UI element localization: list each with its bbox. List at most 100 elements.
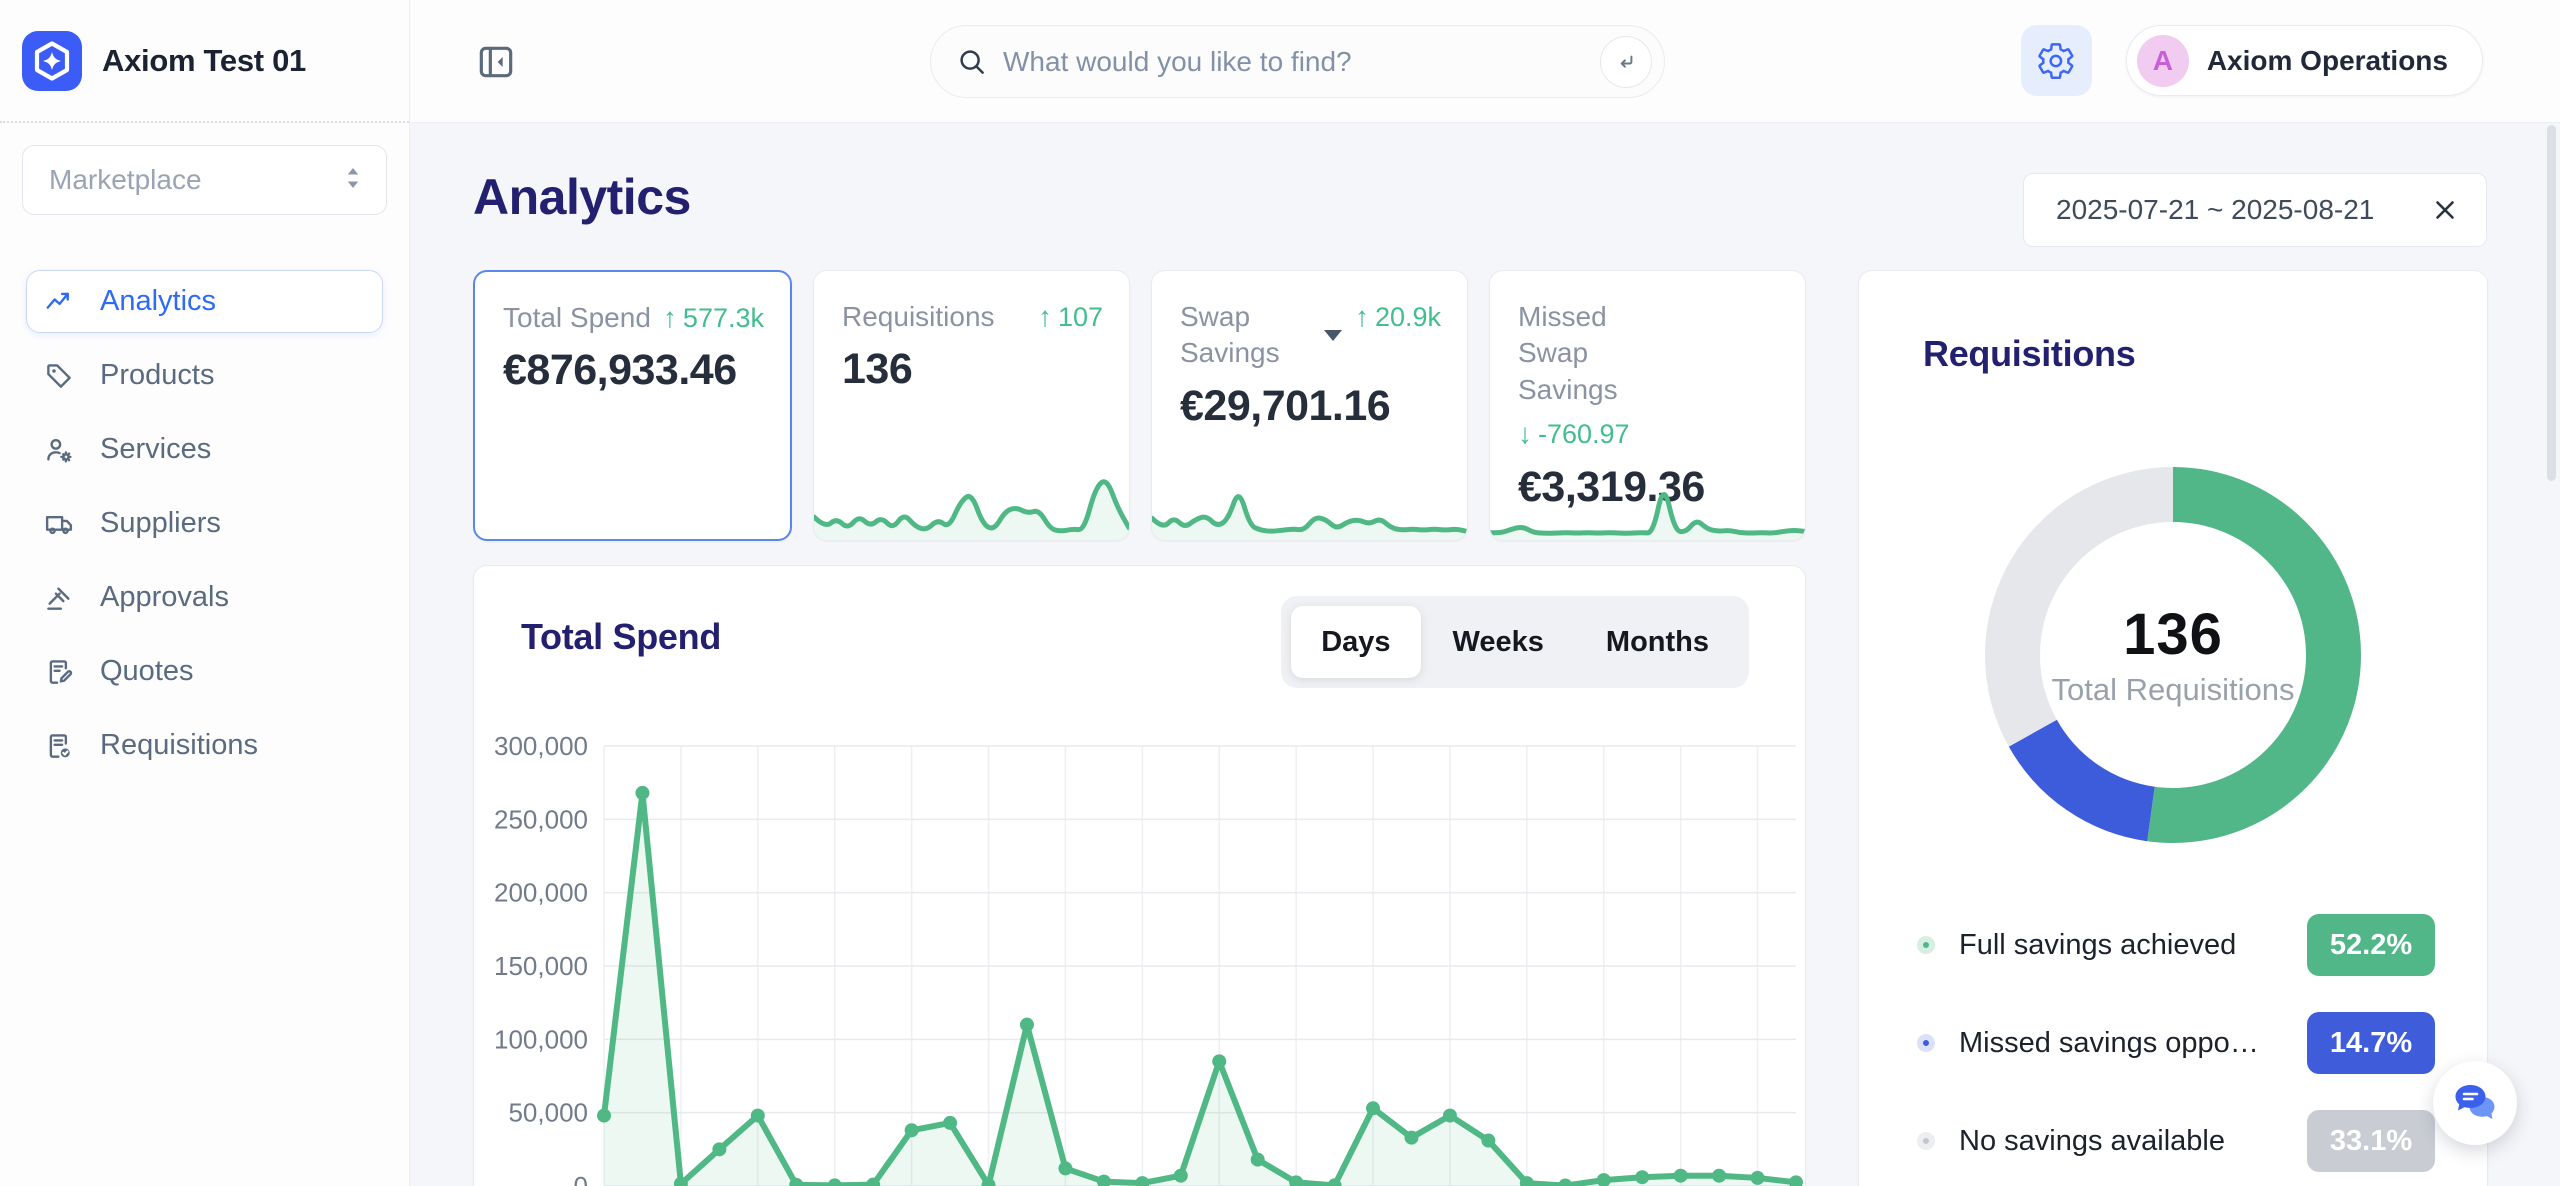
truck-icon [44,509,74,539]
legend-percentage-badge: 52.2% [2307,914,2435,976]
sidebar-item-label: Quotes [100,655,194,687]
user-gear-icon [44,435,74,465]
legend-item-no-savings-available: No savings available 33.1% [1917,1109,2435,1173]
kpi-value: €876,933.46 [503,346,737,395]
kpi-card-requisitions[interactable]: Requisitions ↑ 107 136 [813,270,1130,541]
global-search [930,25,1665,98]
workspace-select-value: Marketplace [49,164,202,195]
chat-bubbles-icon [2455,1085,2495,1119]
legend-label: Full savings achieved [1959,928,2237,961]
document-pen-icon [44,657,74,687]
kpi-card-swap-savings[interactable]: Swap Savings ↑ 20.9k €29,701.16 [1151,270,1468,541]
enter-key-icon [1620,55,1633,68]
kpi-title: Total Spend [503,302,651,333]
kpi-trend: ↓ -760.97 [1518,416,1630,452]
tag-icon [44,361,74,391]
legend-dot-icon [1917,1132,1935,1150]
sidebar-item-quotes[interactable]: Quotes [26,640,383,703]
page-title: Analytics [473,169,691,225]
kpi-trend: ↑ 577.3k [663,300,764,336]
legend-percentage-badge: 14.7% [2307,1012,2435,1074]
legend-item-missed-savings-oppo: Missed savings oppo… 14.7% [1917,1011,2435,1075]
kpi-trend: ↑ 107 [1038,299,1103,335]
sidebar-item-label: Services [100,433,212,465]
svg-text:50,000: 50,000 [508,1098,588,1128]
clear-date-range-button[interactable] [2430,195,2460,225]
date-range-value: 2025-07-21 ~ 2025-08-21 [2056,194,2375,225]
svg-text:250,000: 250,000 [494,804,588,834]
requisitions-donut-chart [1985,467,2361,843]
sparkline-chart [1152,494,1467,540]
panel-collapse-icon [479,46,513,78]
kpi-value: €29,701.16 [1180,381,1391,430]
trend-up-icon: ↑ [662,302,677,333]
select-chevrons-icon [342,164,364,197]
sidebar: Axiom Test 01 Marketplace Analytics Produ… [0,0,410,1186]
svg-text:0: 0 [574,1171,588,1186]
total-spend-card: Total Spend Days Weeks Months 300,000 250,0… [473,565,1806,1186]
search-input[interactable] [1003,45,1584,78]
kpi-title: Missed Swap Savings [1518,301,1618,405]
requisitions-card: Requisitions 136 Total Requisitions Full… [1858,270,2488,1186]
date-range-filter[interactable]: 2025-07-21 ~ 2025-08-21 [2023,173,2487,247]
svg-text:150,000: 150,000 [494,951,588,981]
trend-down-icon: ↓ [1518,418,1532,450]
sidebar-item-services[interactable]: Services [26,418,383,481]
app-root: Axiom Test 01 Marketplace Analytics Produ… [0,0,2560,1186]
gavel-icon [44,583,74,613]
legend-label: No savings available [1959,1124,2225,1157]
user-name: Axiom Operations [2206,44,2448,76]
kpi-card-missed-swap-savings[interactable]: Missed Swap Savings ↓ -760.97 €3,319.36 [1489,270,1806,541]
org-name: Axiom Test 01 [102,42,306,78]
svg-text:200,000: 200,000 [494,878,588,908]
trend-up-icon: ↑ [1354,301,1369,332]
settings-button[interactable] [2020,25,2092,96]
org-home-link[interactable]: Axiom Test 01 [0,0,409,123]
sparkline-chart [814,479,1129,540]
search-icon [957,47,987,77]
sidebar-item-label: Approvals [100,581,229,613]
total-spend-chart: 300,000 250,000 200,000 150,000 100,000 50,00… [494,731,1803,1186]
workspace-select[interactable]: Marketplace [22,145,387,215]
sidebar-item-approvals[interactable]: Approvals [26,566,383,629]
kpi-trend: ↑ 20.9k [1355,299,1441,335]
chevron-down-icon[interactable] [1323,329,1342,341]
user-menu-button[interactable]: A Axiom Operations [2125,25,2483,96]
kpi-title: Swap Savings [1180,299,1342,372]
legend-percentage-badge: 33.1% [2307,1110,2435,1172]
chat-support-button[interactable] [2433,1061,2517,1145]
svg-text:100,000: 100,000 [494,1024,588,1054]
kpi-title: Requisitions [842,301,995,332]
sidebar-item-suppliers[interactable]: Suppliers [26,492,383,555]
kpi-card-total-spend[interactable]: Total Spend ↑ 577.3k €876,933.46 [473,270,792,541]
trending-up-icon [44,287,74,317]
collapse-sidebar-button[interactable] [476,42,516,82]
sidebar-item-products[interactable]: Products [26,344,383,407]
sidebar-item-analytics[interactable]: Analytics [26,270,383,333]
document-check-icon [44,731,74,761]
sparkline-chart [1490,492,1805,540]
legend-dot-icon [1917,1034,1935,1052]
topbar: A Axiom Operations [410,0,2560,123]
trend-up-icon: ↑ [1037,301,1052,332]
donut-legend: Full savings achieved 52.2% Missed savings… [1917,913,2435,1186]
sidebar-item-label: Products [100,359,215,391]
sidebar-item-label: Requisitions [100,729,258,761]
gear-icon [2038,42,2074,79]
sidebar-item-label: Suppliers [100,507,221,539]
sidebar-item-label: Analytics [100,285,217,317]
page-scrollbar-thumb[interactable] [2547,125,2556,481]
kpi-card-row: Total Spend ↑ 577.3k €876,933.46 Requisition… [473,270,1806,541]
svg-text:300,000: 300,000 [494,731,588,761]
avatar: A [2136,34,2189,87]
legend-dot-icon [1917,936,1935,954]
org-logo-icon [22,30,82,91]
kpi-value: 136 [842,345,913,394]
sidebar-nav: Analytics Products Services Suppliers Approv… [0,270,409,777]
close-icon [2436,201,2454,219]
search-submit-button[interactable] [1600,35,1652,88]
legend-label: Missed savings oppo… [1959,1026,2259,1059]
sidebar-item-requisitions[interactable]: Requisitions [26,714,383,777]
legend-item-full-savings-achieved: Full savings achieved 52.2% [1917,913,2435,977]
topbar-actions: A Axiom Operations [2020,25,2483,96]
